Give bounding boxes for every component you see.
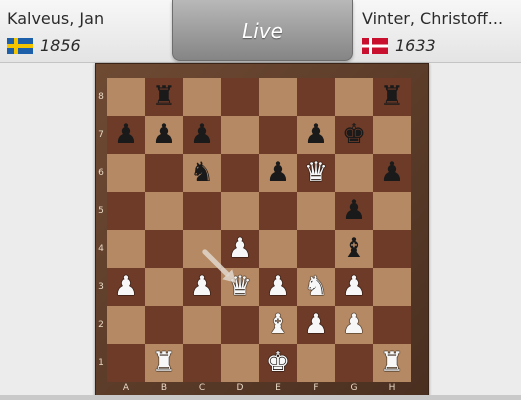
- square-a2[interactable]: [107, 306, 145, 344]
- square-c1[interactable]: [183, 344, 221, 382]
- white-queen-d3[interactable]: ♛: [221, 268, 259, 306]
- rank-label: 5: [98, 206, 104, 216]
- chess-board[interactable]: ♜ ♜ ♟ ♟ ♟ ♟ ♚ ♞ ♟ ♛ ♟ ♟ ♟ ♝ ♟ ♟ ♛ ♟ ♞ ♟ ♝ ♟ ♟ ♜ ♚ ♜: [107, 78, 411, 382]
- square-g8[interactable]: [335, 78, 373, 116]
- square-b2[interactable]: [145, 306, 183, 344]
- black-pawn-g5[interactable]: ♟: [335, 192, 373, 230]
- square-c4[interactable]: [183, 230, 221, 268]
- black-pawn-a7[interactable]: ♟: [107, 116, 145, 154]
- white-pawn-c3[interactable]: ♟: [183, 268, 221, 306]
- white-pawn-g2[interactable]: ♟: [335, 306, 373, 344]
- square-e4[interactable]: [259, 230, 297, 268]
- square-e8[interactable]: [259, 78, 297, 116]
- white-player-panel: Kalveus, Jan 1856: [0, 0, 168, 62]
- square-d1[interactable]: [221, 344, 259, 382]
- white-knight-f3[interactable]: ♞: [297, 268, 335, 306]
- file-label: G: [350, 383, 358, 393]
- square-d5[interactable]: [221, 192, 259, 230]
- rank-label: 2: [98, 320, 104, 330]
- square-h2[interactable]: [373, 306, 411, 344]
- live-button[interactable]: Live: [172, 0, 353, 61]
- square-b6[interactable]: [145, 154, 183, 192]
- square-f4[interactable]: [297, 230, 335, 268]
- square-f1[interactable]: [297, 344, 335, 382]
- sweden-flag-icon: [7, 38, 33, 54]
- rank-label: 6: [98, 168, 104, 178]
- black-pawn-h6[interactable]: ♟: [373, 154, 411, 192]
- rank-label: 1: [98, 358, 104, 368]
- square-e7[interactable]: [259, 116, 297, 154]
- square-a4[interactable]: [107, 230, 145, 268]
- square-a8[interactable]: [107, 78, 145, 116]
- square-f5[interactable]: [297, 192, 335, 230]
- bottom-bar: [0, 395, 521, 400]
- rank-label: 7: [98, 130, 104, 140]
- square-d7[interactable]: [221, 116, 259, 154]
- square-h5[interactable]: [373, 192, 411, 230]
- black-player-rating: 1633: [395, 36, 436, 55]
- square-b5[interactable]: [145, 192, 183, 230]
- white-bishop-e2[interactable]: ♝: [259, 306, 297, 344]
- square-a6[interactable]: [107, 154, 145, 192]
- square-c2[interactable]: [183, 306, 221, 344]
- black-bishop-g4[interactable]: ♝: [335, 230, 373, 268]
- white-pawn-a3[interactable]: ♟: [107, 268, 145, 306]
- square-d8[interactable]: [221, 78, 259, 116]
- square-d6[interactable]: [221, 154, 259, 192]
- square-c8[interactable]: [183, 78, 221, 116]
- rank-label: 8: [98, 92, 104, 102]
- black-rook-b8[interactable]: ♜: [145, 78, 183, 116]
- square-h4[interactable]: [373, 230, 411, 268]
- file-label: B: [160, 383, 168, 393]
- white-player-name: Kalveus, Jan: [7, 9, 105, 28]
- square-f8[interactable]: [297, 78, 335, 116]
- square-g6[interactable]: [335, 154, 373, 192]
- square-b4[interactable]: [145, 230, 183, 268]
- black-knight-c6[interactable]: ♞: [183, 154, 221, 192]
- file-label: C: [198, 383, 206, 393]
- file-label: F: [313, 383, 319, 393]
- game-header: Kalveus, Jan 1856 Live Vinter, Christoff…: [0, 0, 521, 63]
- square-d2[interactable]: [221, 306, 259, 344]
- square-c5[interactable]: [183, 192, 221, 230]
- white-rook-b1[interactable]: ♜: [145, 344, 183, 382]
- white-pawn-f2[interactable]: ♟: [297, 306, 335, 344]
- rank-label: 3: [98, 282, 104, 292]
- white-player-rating: 1856: [40, 36, 81, 55]
- file-label: A: [122, 383, 130, 393]
- white-pawn-d4[interactable]: ♟: [221, 230, 259, 268]
- black-rook-h8[interactable]: ♜: [373, 78, 411, 116]
- black-pawn-b7[interactable]: ♟: [145, 116, 183, 154]
- denmark-flag-icon: [362, 38, 388, 54]
- square-e5[interactable]: [259, 192, 297, 230]
- file-label: D: [236, 383, 244, 393]
- square-h7[interactable]: [373, 116, 411, 154]
- square-a1[interactable]: [107, 344, 145, 382]
- white-pawn-e3[interactable]: ♟: [259, 268, 297, 306]
- square-g1[interactable]: [335, 344, 373, 382]
- black-king-g7[interactable]: ♚: [335, 116, 373, 154]
- white-king-e1[interactable]: ♚: [259, 344, 297, 382]
- white-pawn-g3[interactable]: ♟: [335, 268, 373, 306]
- white-queen-f6[interactable]: ♛: [297, 154, 335, 192]
- file-label: E: [275, 383, 281, 393]
- square-b3[interactable]: [145, 268, 183, 306]
- square-a5[interactable]: [107, 192, 145, 230]
- black-player-name: Vinter, Christoff...: [362, 9, 504, 28]
- white-rook-h1[interactable]: ♜: [373, 344, 411, 382]
- file-label: H: [388, 383, 396, 393]
- black-pawn-f7[interactable]: ♟: [297, 116, 335, 154]
- square-h3[interactable]: [373, 268, 411, 306]
- black-player-panel: Vinter, Christoff... 1633: [355, 0, 521, 62]
- rank-label: 4: [98, 244, 104, 254]
- black-pawn-c7[interactable]: ♟: [183, 116, 221, 154]
- black-pawn-e6[interactable]: ♟: [259, 154, 297, 192]
